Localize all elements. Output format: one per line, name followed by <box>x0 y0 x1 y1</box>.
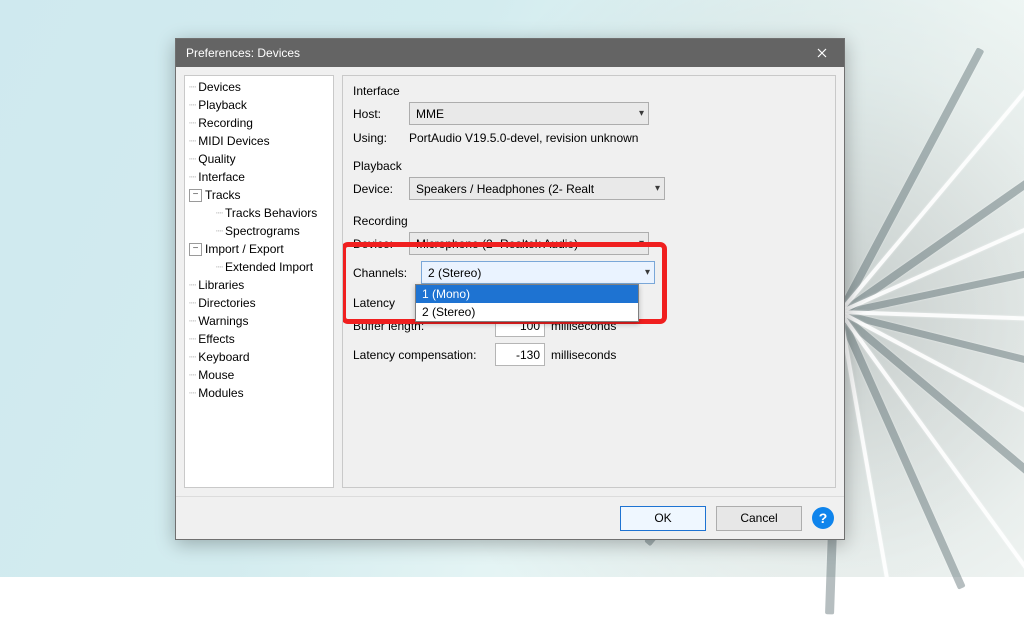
tree-item-import-export[interactable]: −Import / Export <box>185 240 333 258</box>
chevron-down-icon: ▾ <box>639 108 644 119</box>
tree-item-playback[interactable]: ┈Playback <box>185 96 333 114</box>
collapse-icon[interactable]: − <box>189 243 202 256</box>
section-playback: Playback <box>353 159 825 173</box>
tree-item-label: Recording <box>198 116 253 130</box>
section-interface: Interface <box>353 84 825 98</box>
tree-item-devices[interactable]: ┈Devices <box>185 78 333 96</box>
tree-item-label: Extended Import <box>225 260 313 274</box>
recording-device-value: Microphone (2- Realtek Audio) <box>416 237 578 251</box>
help-button[interactable]: ? <box>812 507 834 529</box>
tree-item-label: Keyboard <box>198 350 249 364</box>
window-title: Preferences: Devices <box>186 46 300 60</box>
settings-panel: Interface Host: MME ▾ Using: PortAudio V… <box>342 75 836 488</box>
tree-item-label: Playback <box>198 98 247 112</box>
tree-item-label: MIDI Devices <box>198 134 269 148</box>
cancel-button[interactable]: Cancel <box>716 506 802 531</box>
tree-item-extended-import[interactable]: ┈Extended Import <box>185 258 333 276</box>
tree-item-mouse[interactable]: ┈Mouse <box>185 366 333 384</box>
chevron-down-icon: ▾ <box>655 183 660 194</box>
tree-item-label: Directories <box>198 296 255 310</box>
tree-item-label: Devices <box>198 80 241 94</box>
collapse-icon[interactable]: − <box>189 189 202 202</box>
host-label: Host: <box>353 107 403 121</box>
tree-item-modules[interactable]: ┈Modules <box>185 384 333 402</box>
section-recording: Recording <box>353 214 825 228</box>
channels-value: 2 (Stereo) <box>428 266 481 280</box>
tree-item-interface[interactable]: ┈Interface <box>185 168 333 186</box>
dialog-footer: OK Cancel ? <box>176 496 844 539</box>
tree-item-warnings[interactable]: ┈Warnings <box>185 312 333 330</box>
channels-dropdown-list[interactable]: 1 (Mono)2 (Stereo) <box>415 284 639 322</box>
tree-item-label: Effects <box>198 332 234 346</box>
host-dropdown[interactable]: MME ▾ <box>409 102 649 125</box>
tree-item-label: Mouse <box>198 368 234 382</box>
latency-comp-units: milliseconds <box>551 348 616 362</box>
using-label: Using: <box>353 131 403 145</box>
tree-item-midi-devices[interactable]: ┈MIDI Devices <box>185 132 333 150</box>
chevron-down-icon: ▾ <box>645 267 650 278</box>
playback-device-dropdown[interactable]: Speakers / Headphones (2- Realt ▾ <box>409 177 665 200</box>
titlebar[interactable]: Preferences: Devices <box>176 39 844 67</box>
tree-item-label: Tracks Behaviors <box>225 206 317 220</box>
tree-item-tracks-behaviors[interactable]: ┈Tracks Behaviors <box>185 204 333 222</box>
tree-item-directories[interactable]: ┈Directories <box>185 294 333 312</box>
channels-option[interactable]: 2 (Stereo) <box>416 303 638 321</box>
using-value: PortAudio V19.5.0-devel, revision unknow… <box>409 131 638 145</box>
chevron-down-icon: ▾ <box>639 238 644 249</box>
tree-item-keyboard[interactable]: ┈Keyboard <box>185 348 333 366</box>
playback-device-label: Device: <box>353 182 403 196</box>
preferences-window: Preferences: Devices ┈Devices┈Playback┈R… <box>175 38 845 540</box>
recording-device-dropdown[interactable]: Microphone (2- Realtek Audio) ▾ <box>409 232 649 255</box>
ok-button[interactable]: OK <box>620 506 706 531</box>
latency-comp-input[interactable] <box>495 343 545 366</box>
tree-item-label: Import / Export <box>205 242 284 256</box>
tree-item-tracks[interactable]: −Tracks <box>185 186 333 204</box>
tree-item-libraries[interactable]: ┈Libraries <box>185 276 333 294</box>
host-value: MME <box>416 107 444 121</box>
tree-item-label: Spectrograms <box>225 224 300 238</box>
recording-device-label: Device: <box>353 237 403 251</box>
tree-item-label: Tracks <box>205 188 241 202</box>
playback-device-value: Speakers / Headphones (2- Realt <box>416 182 594 196</box>
tree-item-label: Modules <box>198 386 243 400</box>
channels-option[interactable]: 1 (Mono) <box>416 285 638 303</box>
close-icon[interactable] <box>800 39 844 67</box>
tree-item-effects[interactable]: ┈Effects <box>185 330 333 348</box>
tree-item-quality[interactable]: ┈Quality <box>185 150 333 168</box>
tree-item-label: Libraries <box>198 278 244 292</box>
tree-item-spectrograms[interactable]: ┈Spectrograms <box>185 222 333 240</box>
latency-comp-label: Latency compensation: <box>353 348 489 362</box>
tree-item-recording[interactable]: ┈Recording <box>185 114 333 132</box>
tree-item-label: Quality <box>198 152 235 166</box>
tree-item-label: Warnings <box>198 314 248 328</box>
channels-dropdown[interactable]: 2 (Stereo) ▾ <box>421 261 655 284</box>
category-tree[interactable]: ┈Devices┈Playback┈Recording┈MIDI Devices… <box>184 75 334 488</box>
channels-label: Channels: <box>353 266 415 280</box>
tree-item-label: Interface <box>198 170 245 184</box>
